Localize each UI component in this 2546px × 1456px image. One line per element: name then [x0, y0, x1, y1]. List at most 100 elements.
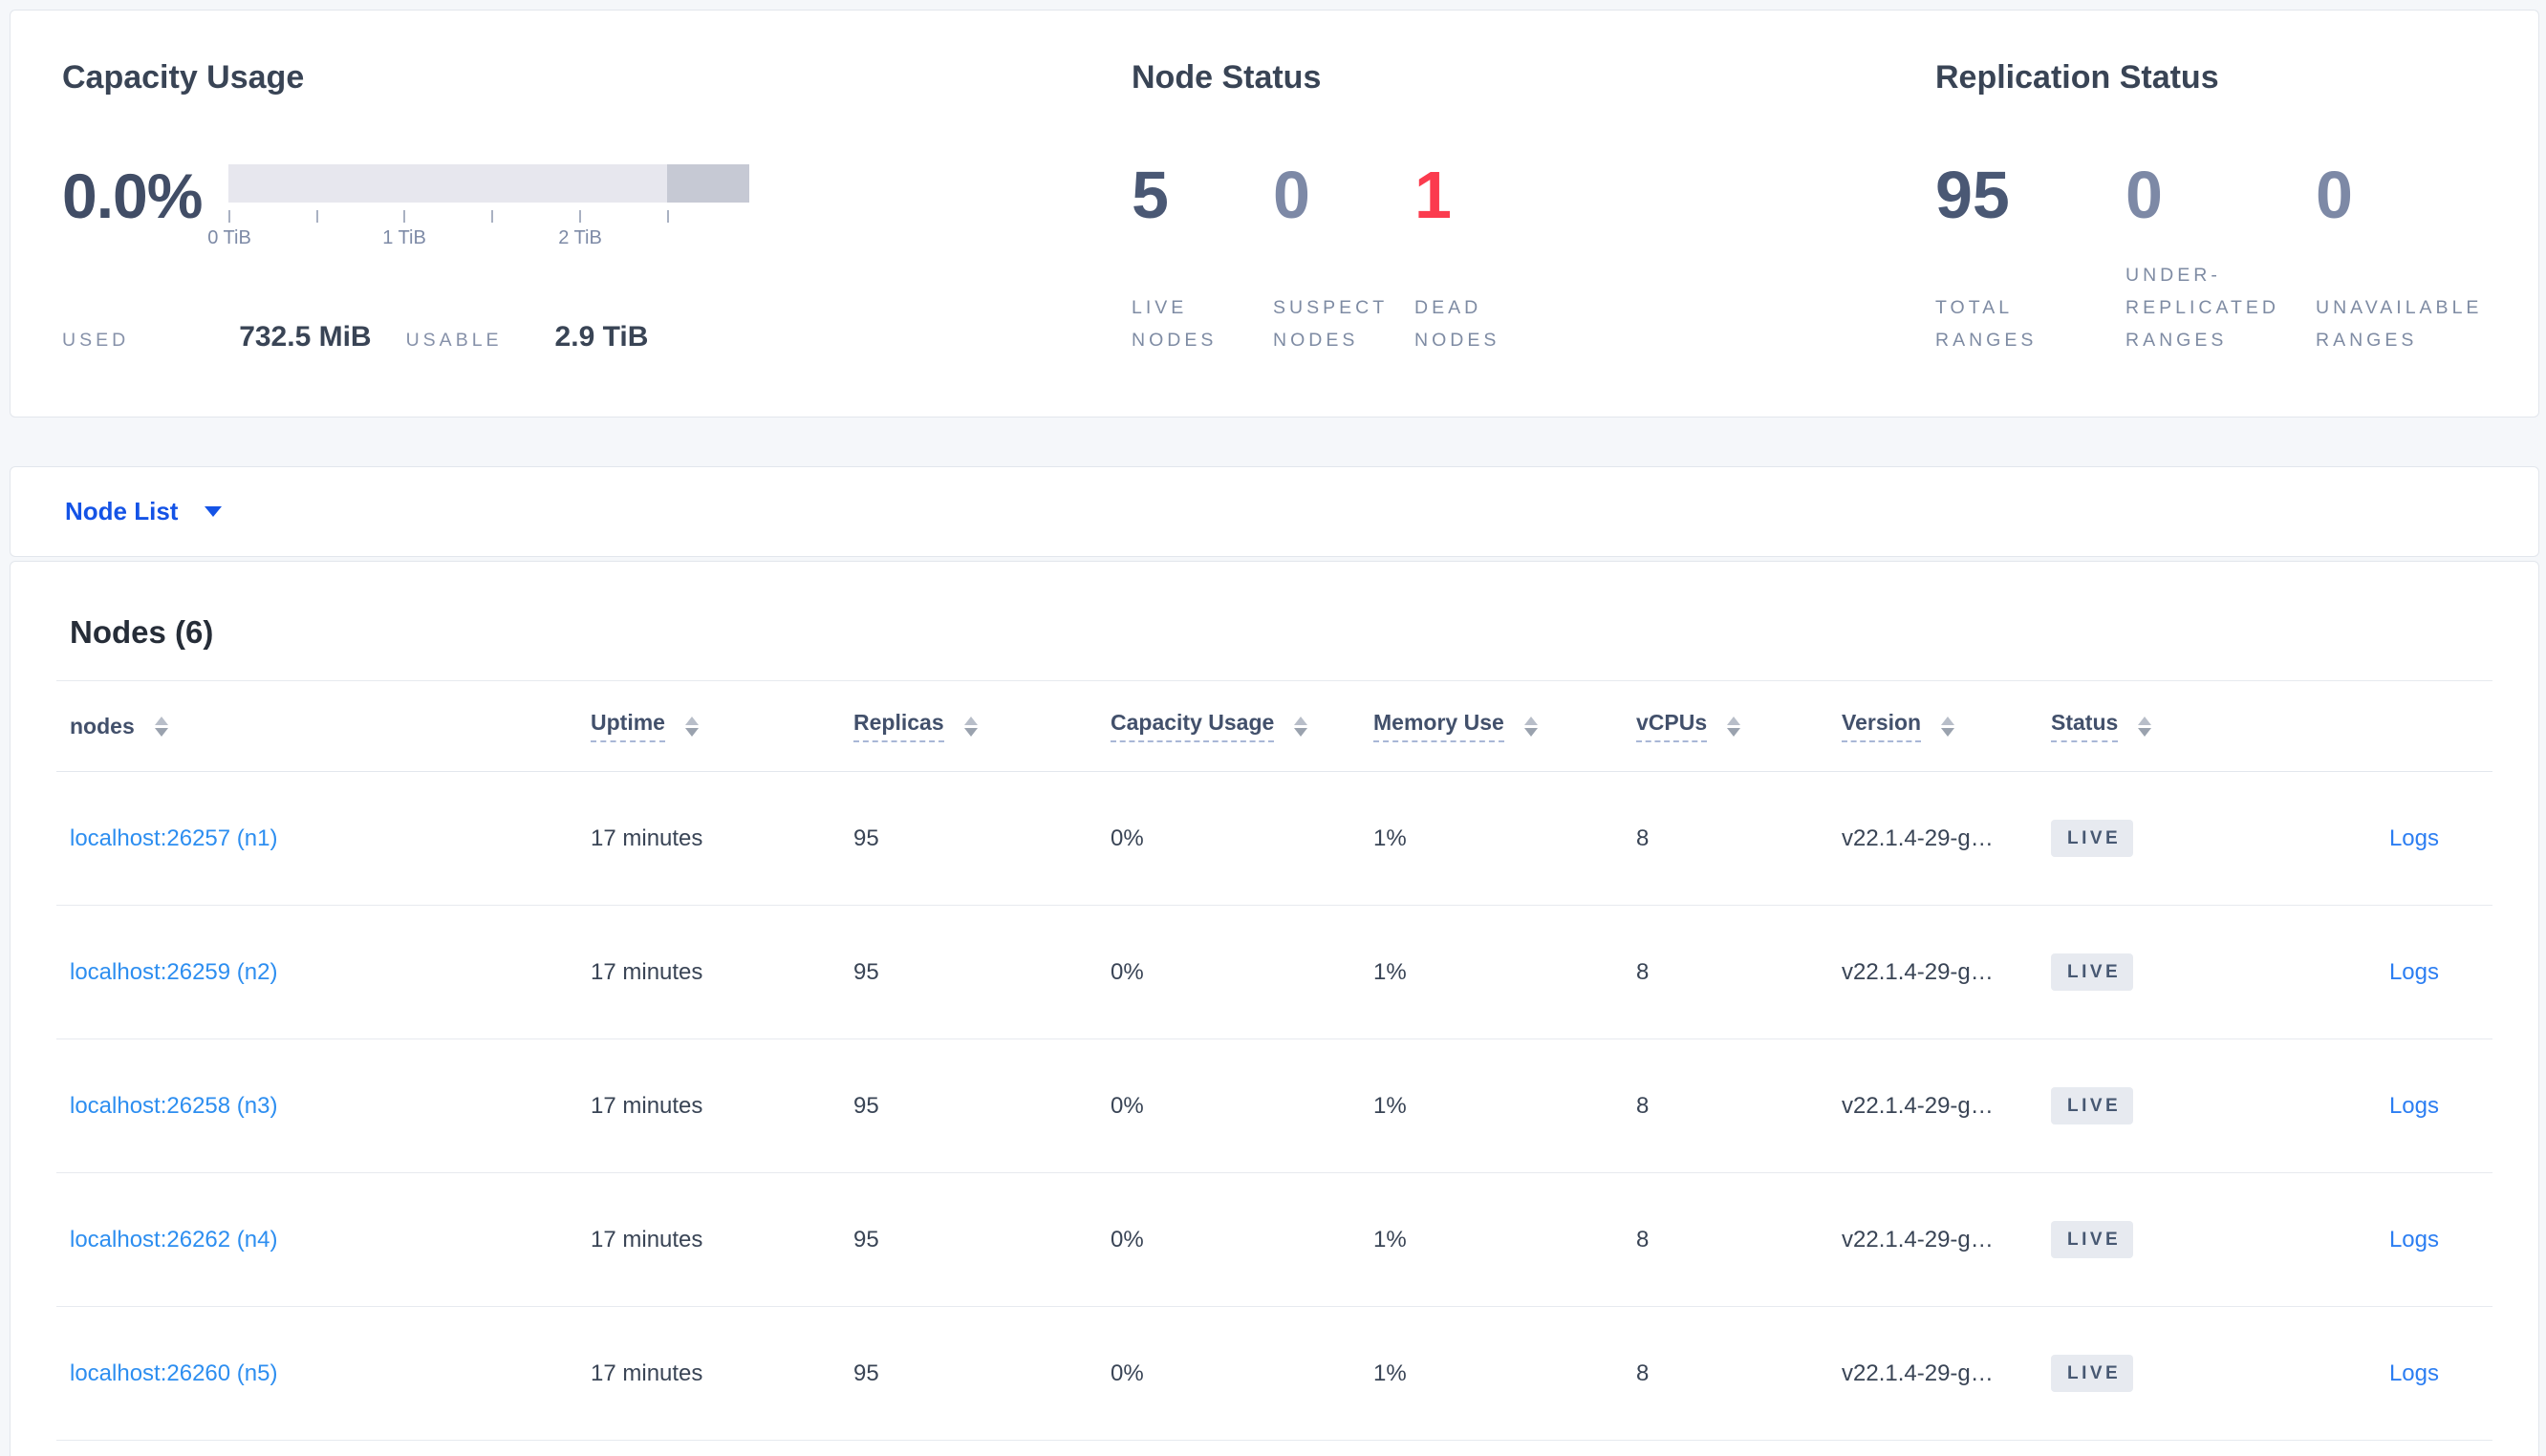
status-badge: LIVE: [2051, 1355, 2134, 1392]
capacity-usage-cell: 0%: [1111, 824, 1144, 851]
usable-label: USABLE: [405, 330, 503, 351]
live-nodes-label: LIVE NODES: [1132, 297, 1218, 351]
replicas-cell: 95: [853, 1226, 879, 1253]
sort-icon[interactable]: [1941, 716, 1955, 737]
version-cell: v22.1.4-29-g…: [1842, 1360, 1994, 1386]
view-selector-bar: Node List: [10, 466, 2539, 557]
uptime-cell: 17 minutes: [591, 1360, 703, 1386]
table-row: localhost:26257 (n1) 17 minutes 95 0% 1%…: [56, 772, 2492, 906]
logs-link[interactable]: Logs: [2389, 959, 2439, 985]
memory-use-cell: 1%: [1373, 1226, 1407, 1253]
column-header-replicas[interactable]: Replicas: [853, 710, 1111, 742]
column-header-memory-use[interactable]: Memory Use: [1373, 710, 1636, 742]
axis-tick: [491, 210, 493, 223]
replication-status-section: Replication Status 95 0 0 TOTAL RANGES U…: [1935, 11, 2538, 417]
replicas-cell: 95: [853, 824, 879, 851]
memory-use-cell: 1%: [1373, 1360, 1407, 1386]
version-cell: v22.1.4-29-g…: [1842, 1226, 1994, 1253]
used-value: 732.5 MiB: [239, 321, 372, 353]
replicas-cell: 95: [853, 1092, 879, 1119]
column-header-nodes[interactable]: nodes: [56, 714, 591, 739]
total-ranges-count: 95: [1935, 158, 2010, 232]
under-replicated-ranges-count: 0: [2125, 158, 2163, 232]
logs-link[interactable]: Logs: [2389, 825, 2439, 851]
uptime-cell: 17 minutes: [591, 1092, 703, 1119]
node-link[interactable]: localhost:26259 (n2): [70, 959, 277, 985]
table-row: localhost:26259 (n2) 17 minutes 95 0% 1%…: [56, 906, 2492, 1039]
logs-link[interactable]: Logs: [2389, 1093, 2439, 1119]
axis-tick: [316, 210, 318, 223]
axis-tick-label: 0 TiB: [207, 227, 251, 248]
version-cell: v22.1.4-29-g…: [1842, 1092, 1994, 1119]
axis-tick-label: 1 TiB: [382, 227, 426, 248]
logs-link[interactable]: Logs: [2389, 1360, 2439, 1386]
capacity-usage-cell: 0%: [1111, 958, 1144, 985]
node-status-title: Node Status: [1132, 59, 1322, 96]
capacity-usage-cell: 0%: [1111, 1226, 1144, 1253]
suspect-nodes-label: SUSPECT NODES: [1273, 297, 1388, 351]
node-link[interactable]: localhost:26257 (n1): [70, 825, 277, 851]
dead-nodes-label: DEAD NODES: [1414, 297, 1500, 351]
vcpus-cell: 8: [1636, 1226, 1650, 1253]
axis-tick: [403, 210, 405, 223]
capacity-usage-bar: 0 TiB 1 TiB 2 TiB: [207, 164, 749, 260]
dead-nodes-count: 1: [1414, 158, 1452, 232]
axis-tick: [579, 210, 581, 223]
node-status-section: Node Status 5 0 1 LIVE NODES SUSPECT NOD…: [1132, 11, 1935, 417]
total-ranges-label: TOTAL RANGES: [1935, 297, 2038, 351]
capacity-percent-value: 0.0%: [62, 161, 203, 231]
status-badge: LIVE: [2051, 820, 2134, 857]
sort-icon[interactable]: [2138, 716, 2152, 737]
vcpus-cell: 8: [1636, 1360, 1650, 1386]
memory-use-cell: 1%: [1373, 1092, 1407, 1119]
status-badge: LIVE: [2051, 953, 2134, 991]
nodes-table-panel: Nodes (6) nodes Uptime Replicas Capacity…: [10, 561, 2539, 1456]
cluster-summary-panel: Capacity Usage 0.0% 0 TiB 1 TiB 2 TiB US…: [10, 10, 2539, 418]
sort-icon[interactable]: [154, 716, 168, 737]
column-header-version[interactable]: Version: [1842, 710, 2051, 742]
table-row: localhost:26260 (n5) 17 minutes 95 0% 1%…: [56, 1307, 2492, 1441]
column-header-capacity-usage[interactable]: Capacity Usage: [1111, 710, 1373, 742]
vcpus-cell: 8: [1636, 958, 1650, 985]
capacity-usage-cell: 0%: [1111, 1360, 1144, 1386]
uptime-cell: 17 minutes: [591, 1226, 703, 1253]
node-list-dropdown[interactable]: Node List: [65, 497, 178, 526]
used-label: USED: [62, 330, 130, 351]
sort-icon[interactable]: [684, 716, 699, 737]
sort-icon[interactable]: [963, 716, 978, 737]
table-row: localhost:26258 (n3) 17 minutes 95 0% 1%…: [56, 1039, 2492, 1173]
uptime-cell: 17 minutes: [591, 824, 703, 851]
axis-tick: [667, 210, 669, 223]
axis-tick: [228, 210, 230, 223]
uptime-cell: 17 minutes: [591, 958, 703, 985]
unavailable-ranges-count: 0: [2316, 158, 2353, 232]
unavailable-ranges-label: UNAVAILABLE RANGES: [2316, 297, 2483, 351]
node-link[interactable]: localhost:26262 (n4): [70, 1227, 277, 1253]
vcpus-cell: 8: [1636, 824, 1650, 851]
table-row: localhost:26262 (n4) 17 minutes 95 0% 1%…: [56, 1173, 2492, 1307]
column-header-status[interactable]: Status: [2051, 710, 2290, 742]
sort-icon[interactable]: [1523, 716, 1538, 737]
capacity-bar-track: [228, 164, 749, 203]
version-cell: v22.1.4-29-g…: [1842, 824, 1994, 851]
version-cell: v22.1.4-29-g…: [1842, 958, 1994, 985]
suspect-nodes-count: 0: [1273, 158, 1310, 232]
sort-icon[interactable]: [1294, 716, 1308, 737]
column-header-vcpus[interactable]: vCPUs: [1636, 710, 1842, 742]
usable-value: 2.9 TiB: [554, 321, 649, 353]
axis-tick-label: 2 TiB: [558, 227, 602, 248]
logs-link[interactable]: Logs: [2389, 1227, 2439, 1253]
under-replicated-ranges-label: UNDER-REPLICATED RANGES: [2125, 265, 2279, 351]
live-nodes-count: 5: [1132, 158, 1169, 232]
replicas-cell: 95: [853, 1360, 879, 1386]
capacity-usage-cell: 0%: [1111, 1092, 1144, 1119]
memory-use-cell: 1%: [1373, 824, 1407, 851]
replicas-cell: 95: [853, 958, 879, 985]
chevron-down-icon[interactable]: [205, 506, 223, 517]
node-link[interactable]: localhost:26260 (n5): [70, 1360, 277, 1386]
status-badge: LIVE: [2051, 1221, 2134, 1258]
node-link[interactable]: localhost:26258 (n3): [70, 1093, 277, 1119]
column-header-uptime[interactable]: Uptime: [591, 710, 853, 742]
sort-icon[interactable]: [1727, 716, 1741, 737]
capacity-usage-title: Capacity Usage: [62, 59, 305, 96]
